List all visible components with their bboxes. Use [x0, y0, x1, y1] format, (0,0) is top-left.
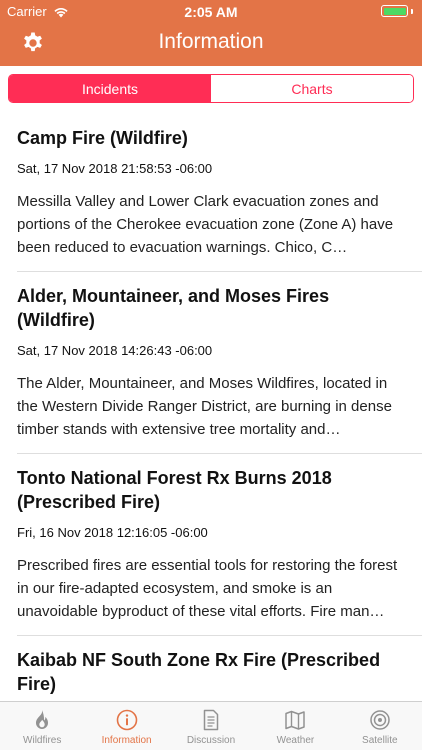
flame-icon [36, 710, 49, 729]
header: Carrier 2:05 AM Information [0, 0, 422, 66]
tab-satellite[interactable]: Satellite [338, 702, 422, 750]
tab-label: Weather [276, 735, 315, 746]
status-bar: Carrier 2:05 AM [0, 0, 422, 22]
incident-description: The Alder, Mountaineer, and Moses Wildfi… [17, 375, 392, 438]
segment-incidents[interactable]: Incidents [9, 75, 211, 102]
tab-discussion[interactable]: Discussion [169, 702, 253, 750]
tab-bar: Wildfires Information Discussion Weather… [0, 701, 422, 750]
tab-wildfires[interactable]: Wildfires [0, 702, 84, 750]
tab-label: Information [101, 735, 152, 746]
battery-indicator [381, 5, 413, 17]
map-icon [285, 710, 306, 730]
tab-label: Discussion [186, 735, 236, 746]
document-icon [203, 709, 219, 731]
battery-tip [411, 8, 413, 14]
list-item[interactable]: Camp Fire (Wildfire) Sat, 17 Nov 2018 21… [0, 114, 422, 271]
satellite-icon [370, 710, 390, 730]
incident-date: Sat, 17 Nov 2018 21:58:53 -06:00 [17, 161, 213, 176]
incident-description: Messilla Valley and Lower Clark evacuati… [17, 193, 394, 256]
status-time: 2:05 AM [184, 4, 238, 20]
list-item[interactable]: Tonto National Forest Rx Burns 2018 (Pre… [0, 454, 422, 635]
info-icon [116, 709, 137, 731]
incident-title: Kaibab NF South Zone Rx Fire (Prescribed… [17, 650, 381, 694]
list-item[interactable]: Kaibab NF South Zone Rx Fire (Prescribed… [0, 636, 422, 701]
incident-title: Alder, Mountaineer, and Moses Fires (Wil… [17, 286, 330, 330]
battery-icon [381, 5, 408, 17]
incident-list: Camp Fire (Wildfire) Sat, 17 Nov 2018 21… [0, 114, 422, 701]
incident-title: Tonto National Forest Rx Burns 2018 (Pre… [17, 468, 332, 512]
tab-weather[interactable]: Weather [253, 702, 337, 750]
tab-label: Satellite [362, 735, 398, 746]
tab-label: Wildfires [23, 735, 62, 746]
list-item[interactable]: Alder, Mountaineer, and Moses Fires (Wil… [0, 272, 422, 453]
battery-level [383, 7, 406, 15]
segmented-control: Incidents Charts [8, 74, 414, 103]
segment-charts[interactable]: Charts [211, 75, 413, 102]
incident-description: Prescribed fires are essential tools for… [17, 557, 398, 620]
page-title: Information [158, 30, 264, 53]
incident-date: Fri, 16 Nov 2018 12:16:05 -06:00 [17, 525, 208, 540]
incident-date: Sat, 17 Nov 2018 14:26:43 -06:00 [17, 343, 213, 358]
incident-title: Camp Fire (Wildfire) [17, 128, 188, 148]
tab-information[interactable]: Information [84, 702, 168, 750]
